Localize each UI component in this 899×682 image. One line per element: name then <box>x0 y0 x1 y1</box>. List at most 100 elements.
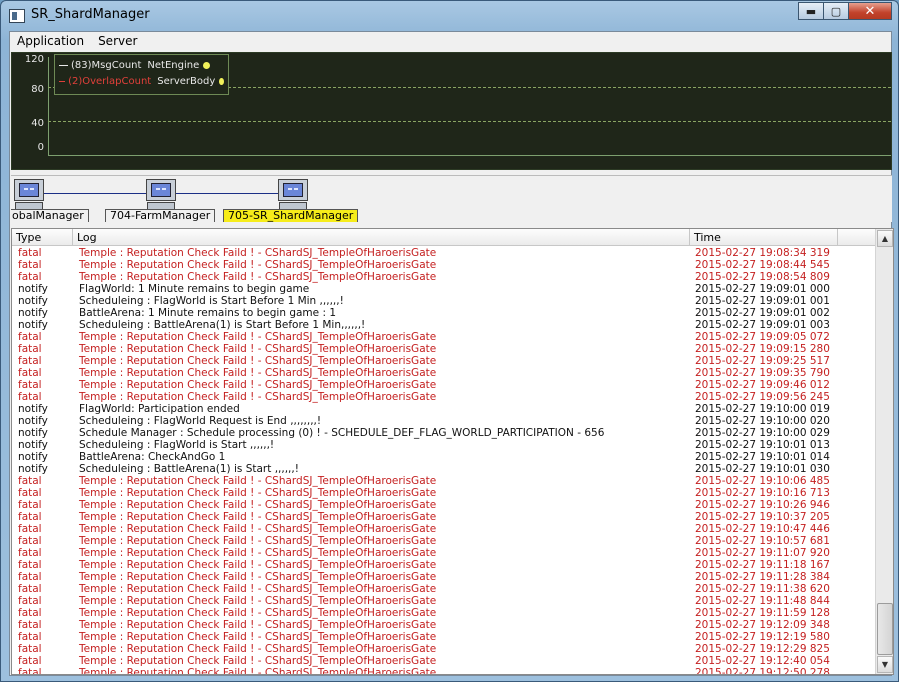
scroll-up-button[interactable]: ▲ <box>877 230 893 247</box>
server-computer-icon[interactable] <box>13 179 45 211</box>
column-header-type[interactable]: Type <box>12 229 73 246</box>
log-row[interactable]: fatal Temple : Reputation Check Faild ! -… <box>12 607 876 619</box>
title-bar[interactable]: SR_ShardManager ▬ ▢ ✕ <box>1 1 898 31</box>
menu-bar: Application Server <box>10 32 891 51</box>
log-message: Schedule Manager : Schedule processing (… <box>79 427 605 439</box>
log-message: Temple : Reputation Check Faild ! - CSha… <box>79 631 437 643</box>
graph-legend: (83)MsgCount NetEngine (2)OverlapCount S… <box>54 54 229 95</box>
log-message: Scheduleing : FlagWorld is Start Before … <box>79 295 344 307</box>
app-icon[interactable] <box>9 9 25 23</box>
server-label-shardmanager[interactable]: 705-SR_ShardManager <box>223 209 359 222</box>
log-message: Temple : Reputation Check Faild ! - CSha… <box>79 343 437 355</box>
log-time: 2015-02-27 19:12:29 825 <box>695 643 830 655</box>
log-row[interactable]: fatal Temple : Reputation Check Faild ! -… <box>12 331 876 343</box>
log-row[interactable]: fatal Temple : Reputation Check Faild ! -… <box>12 379 876 391</box>
column-header-log[interactable]: Log <box>73 229 690 246</box>
log-message: Temple : Reputation Check Faild ! - CSha… <box>79 511 437 523</box>
log-time: 2015-02-27 19:08:54 809 <box>695 271 830 283</box>
log-row[interactable]: fatal Temple : Reputation Check Faild ! -… <box>12 655 876 667</box>
log-row[interactable]: fatal Temple : Reputation Check Faild ! -… <box>12 535 876 547</box>
log-row[interactable]: notify FlagWorld: 1 Minute remains to beg… <box>12 283 876 295</box>
menu-server[interactable]: Server <box>91 32 144 51</box>
log-time: 2015-02-27 19:11:18 167 <box>695 559 830 571</box>
log-row[interactable]: fatal Temple : Reputation Check Faild ! -… <box>12 259 876 271</box>
log-row[interactable]: fatal Temple : Reputation Check Faild ! -… <box>12 523 876 535</box>
log-row[interactable]: fatal Temple : Reputation Check Faild ! -… <box>12 583 876 595</box>
minimize-button[interactable]: ▬ <box>798 2 824 20</box>
log-type: notify <box>18 283 48 295</box>
gridline-40 <box>48 121 891 122</box>
log-row[interactable]: notify Scheduleing : BattleArena(1) is St… <box>12 463 876 475</box>
close-button[interactable]: ✕ <box>848 2 892 20</box>
maximize-button[interactable]: ▢ <box>823 2 849 20</box>
log-message: Temple : Reputation Check Faild ! - CSha… <box>79 487 437 499</box>
log-type: fatal <box>18 559 42 571</box>
log-type: fatal <box>18 595 42 607</box>
log-time: 2015-02-27 19:09:15 280 <box>695 343 830 355</box>
log-type: fatal <box>18 499 42 511</box>
log-time: 2015-02-27 19:12:40 054 <box>695 655 830 667</box>
log-row[interactable]: fatal Temple : Reputation Check Faild ! -… <box>12 619 876 631</box>
log-message: Temple : Reputation Check Faild ! - CSha… <box>79 607 437 619</box>
server-computer-icon[interactable] <box>145 179 177 211</box>
log-row[interactable]: fatal Temple : Reputation Check Faild ! -… <box>12 547 876 559</box>
log-type: fatal <box>18 475 42 487</box>
log-row[interactable]: fatal Temple : Reputation Check Faild ! -… <box>12 475 876 487</box>
log-row[interactable]: notify BattleArena: 1 Minute remains to b… <box>12 307 876 319</box>
app-window: SR_ShardManager ▬ ▢ ✕ Application Server… <box>0 0 899 682</box>
log-time: 2015-02-27 19:10:26 946 <box>695 499 830 511</box>
scroll-thumb[interactable] <box>877 603 893 655</box>
legend-metric: (83)MsgCount <box>71 59 142 71</box>
log-row[interactable]: fatal Temple : Reputation Check Faild ! -… <box>12 367 876 379</box>
status-dot-icon <box>219 77 224 85</box>
log-row[interactable]: fatal Temple : Reputation Check Faild ! -… <box>12 571 876 583</box>
log-time: 2015-02-27 19:10:37 205 <box>695 511 830 523</box>
log-row[interactable]: fatal Temple : Reputation Check Faild ! -… <box>12 355 876 367</box>
log-row[interactable]: fatal Temple : Reputation Check Faild ! -… <box>12 343 876 355</box>
log-time: 2015-02-27 19:10:16 713 <box>695 487 830 499</box>
log-row[interactable]: fatal Temple : Reputation Check Faild ! -… <box>12 667 876 674</box>
log-row[interactable]: notify BattleArena: CheckAndGo 1 2015-02-2… <box>12 451 876 463</box>
log-type: notify <box>18 307 48 319</box>
log-row[interactable]: notify FlagWorld: Participation ended 2015… <box>12 403 876 415</box>
log-type: fatal <box>18 355 42 367</box>
log-message: Scheduleing : BattleArena(1) is Start Be… <box>79 319 366 331</box>
log-type: fatal <box>18 391 42 403</box>
log-row[interactable]: fatal Temple : Reputation Check Faild ! -… <box>12 595 876 607</box>
log-row[interactable]: notify Scheduleing : FlagWorld is Start B… <box>12 295 876 307</box>
log-row[interactable]: notify Scheduleing : FlagWorld is Start ,… <box>12 439 876 451</box>
menu-application[interactable]: Application <box>10 32 91 51</box>
log-time: 2015-02-27 19:10:47 446 <box>695 523 830 535</box>
scroll-down-button[interactable]: ▼ <box>877 656 893 673</box>
log-message: Temple : Reputation Check Faild ! - CSha… <box>79 595 437 607</box>
server-label-globalmanager[interactable]: obalManager <box>11 209 89 222</box>
log-row[interactable]: fatal Temple : Reputation Check Faild ! -… <box>12 499 876 511</box>
log-row[interactable]: fatal Temple : Reputation Check Faild ! -… <box>12 247 876 259</box>
log-row[interactable]: fatal Temple : Reputation Check Faild ! -… <box>12 271 876 283</box>
log-type: notify <box>18 319 48 331</box>
log-type: notify <box>18 463 48 475</box>
log-time: 2015-02-27 19:11:28 384 <box>695 571 830 583</box>
log-message: Temple : Reputation Check Faild ! - CSha… <box>79 355 437 367</box>
log-row[interactable]: notify Scheduleing : FlagWorld Request is… <box>12 415 876 427</box>
log-row[interactable]: notify Schedule Manager : Schedule proces… <box>12 427 876 439</box>
log-type: notify <box>18 415 48 427</box>
graph-y-axis <box>48 57 49 156</box>
log-row[interactable]: fatal Temple : Reputation Check Faild ! -… <box>12 643 876 655</box>
column-header-time[interactable]: Time <box>690 229 838 246</box>
server-label-farmmanager[interactable]: 704-FarmManager <box>105 209 216 222</box>
log-type: notify <box>18 427 48 439</box>
log-type: fatal <box>18 535 42 547</box>
log-row[interactable]: fatal Temple : Reputation Check Faild ! -… <box>12 487 876 499</box>
log-row[interactable]: fatal Temple : Reputation Check Faild ! -… <box>12 391 876 403</box>
log-row[interactable]: notify Scheduleing : BattleArena(1) is St… <box>12 319 876 331</box>
log-row[interactable]: fatal Temple : Reputation Check Faild ! -… <box>12 631 876 643</box>
log-row[interactable]: fatal Temple : Reputation Check Faild ! -… <box>12 511 876 523</box>
log-time: 2015-02-27 19:10:06 485 <box>695 475 830 487</box>
log-time: 2015-02-27 19:09:01 002 <box>695 307 830 319</box>
vertical-scrollbar[interactable]: ▲ ▼ <box>875 229 893 674</box>
server-computer-icon[interactable] <box>277 179 309 211</box>
log-row[interactable]: fatal Temple : Reputation Check Faild ! -… <box>12 559 876 571</box>
log-time: 2015-02-27 19:09:05 072 <box>695 331 830 343</box>
log-time: 2015-02-27 19:10:01 030 <box>695 463 830 475</box>
